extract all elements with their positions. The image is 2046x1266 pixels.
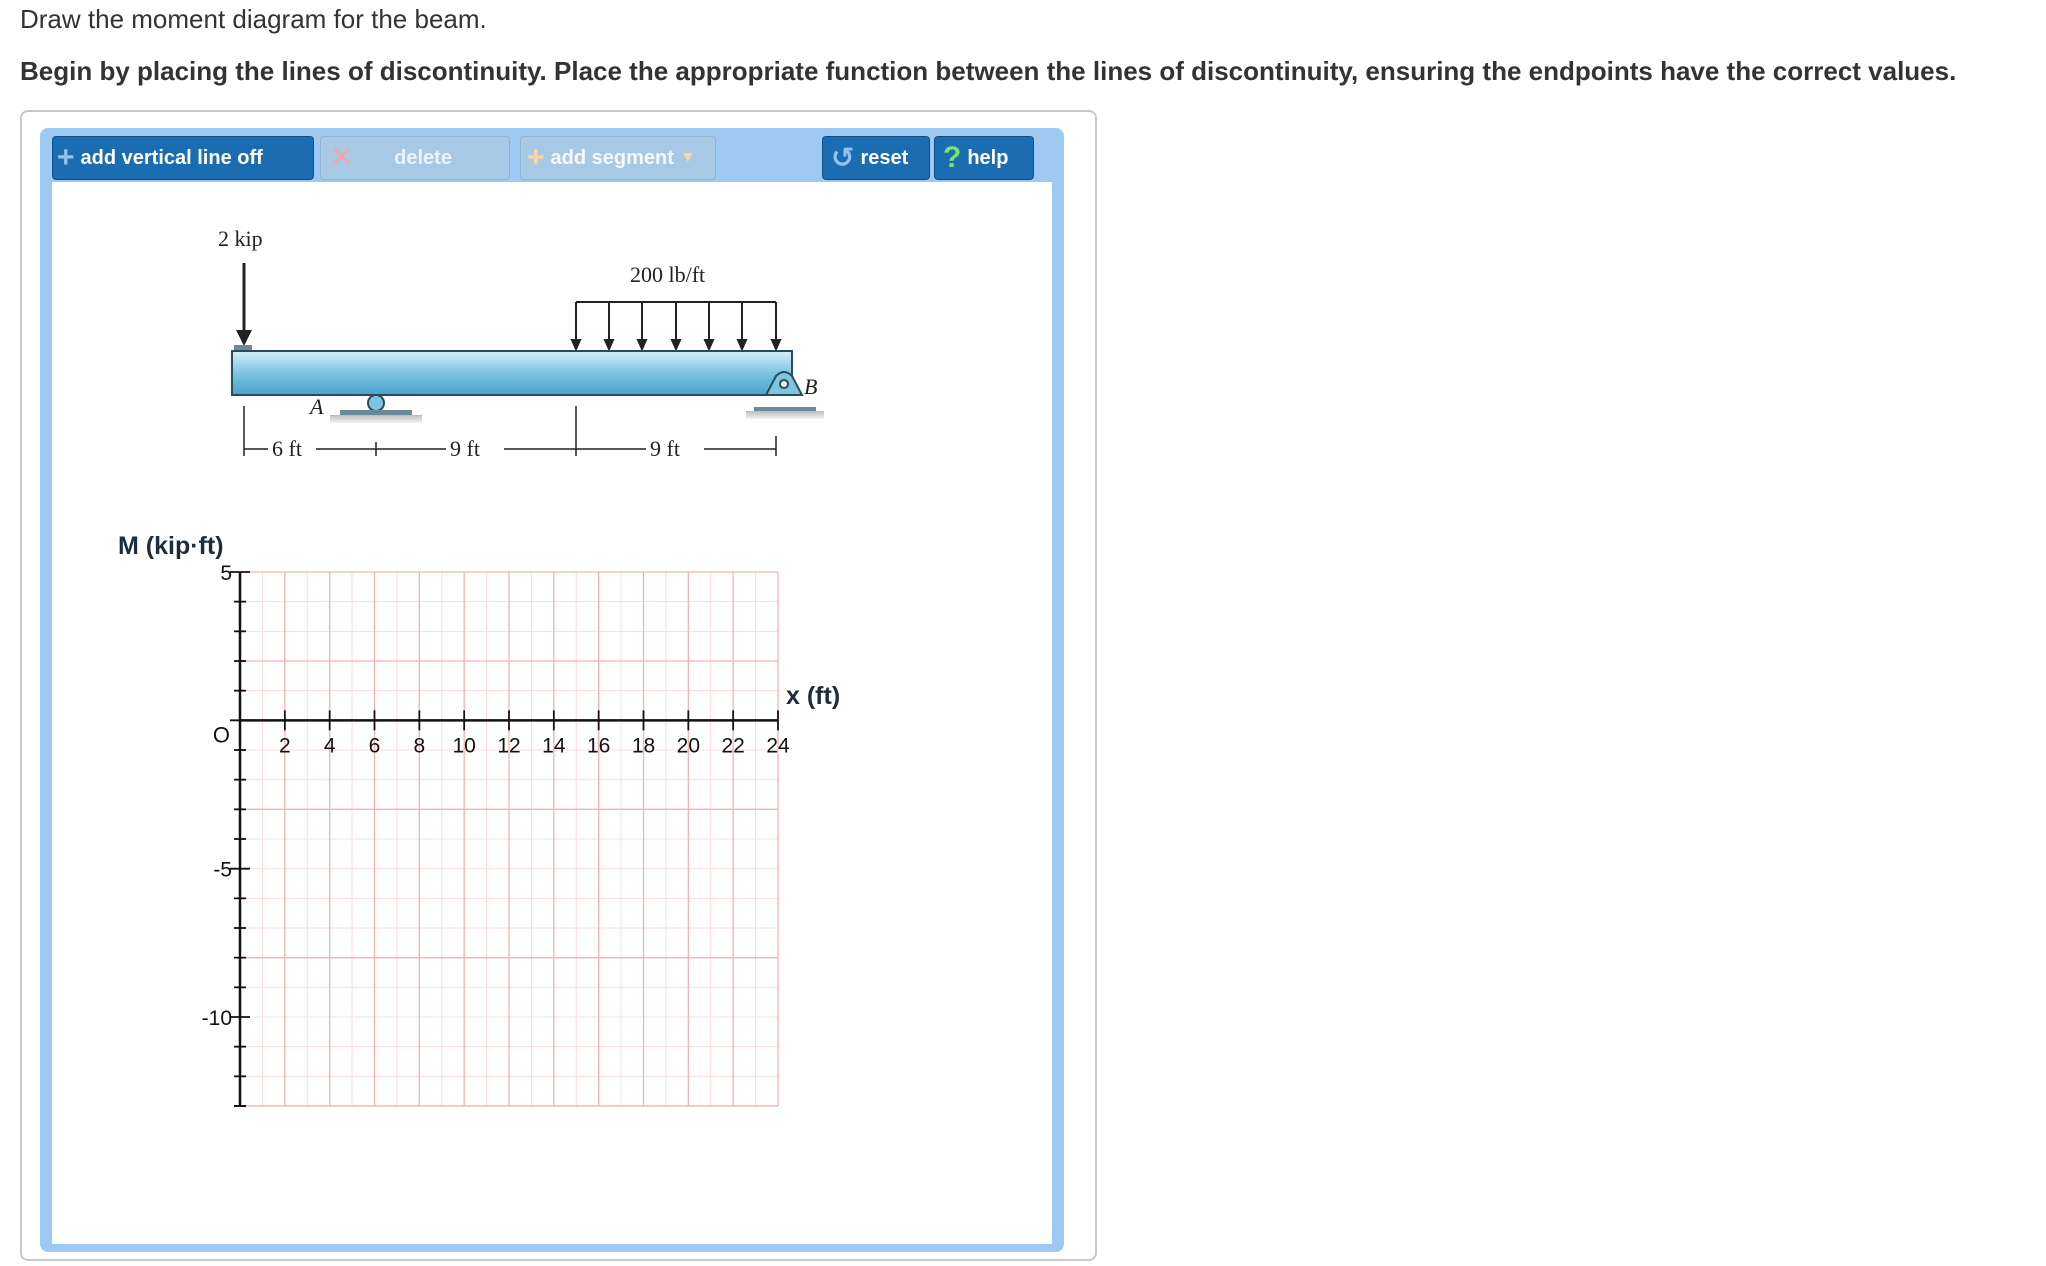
x-tick-label: 6 (369, 734, 381, 757)
x-tick-label: 24 (766, 734, 790, 757)
x-tick-label: 20 (677, 734, 700, 757)
y-tick-label: 5 (220, 562, 232, 585)
x-tick-label: 14 (542, 734, 566, 757)
x-tick-label: 22 (721, 734, 744, 757)
x-tick-label: 4 (324, 734, 336, 757)
y-tick-label: -10 (202, 1007, 232, 1030)
x-tick-label: 2 (279, 734, 291, 757)
origin-label: O (213, 722, 230, 747)
x-tick-label: 10 (452, 734, 475, 757)
x-tick-label: 18 (632, 734, 655, 757)
moment-graph[interactable]: 2 4 6 8 10 12 14 16 18 20 22 245-5-10O (0, 0, 2046, 1266)
x-tick-label: 16 (587, 734, 610, 757)
x-axis-label: x (ft) (786, 682, 841, 710)
y-tick-label: -5 (213, 859, 232, 882)
x-tick-label: 12 (497, 734, 520, 757)
x-tick-label: 8 (413, 734, 425, 757)
y-axis-label: M (kip·ft) (118, 532, 224, 560)
